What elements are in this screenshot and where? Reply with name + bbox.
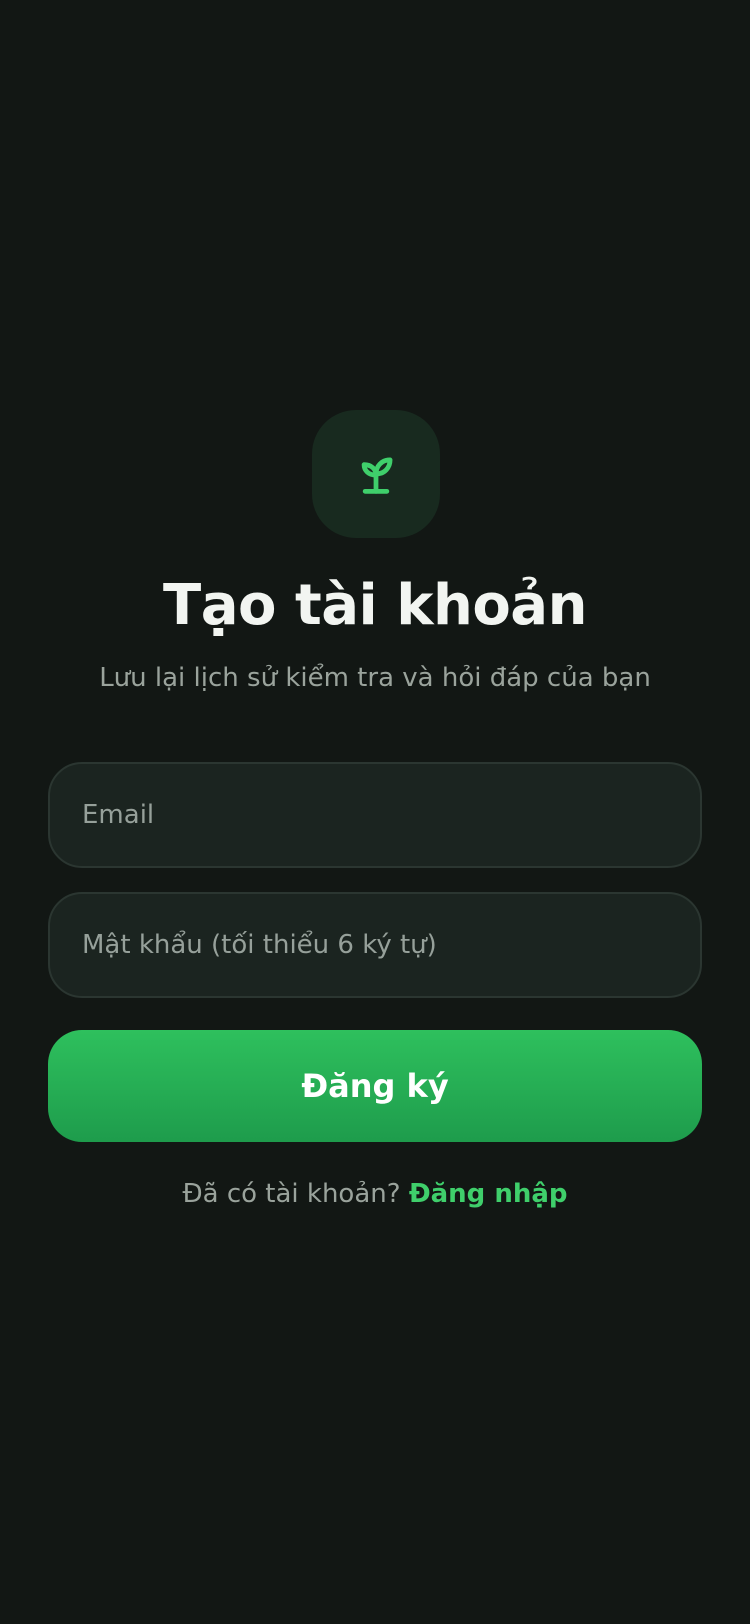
login-prompt-text: Đã có tài khoản? xyxy=(182,1179,409,1209)
login-prompt: Đã có tài khoản? Đăng nhập xyxy=(0,1173,750,1215)
app-logo xyxy=(312,410,440,538)
password-field[interactable] xyxy=(48,892,702,998)
signup-button[interactable]: Đăng ký xyxy=(48,1030,702,1142)
page-title: Tạo tài khoản xyxy=(163,573,587,638)
email-field[interactable] xyxy=(48,762,702,868)
page-subtitle: Lưu lại lịch sử kiểm tra và hỏi đáp của … xyxy=(99,663,651,693)
login-link[interactable]: Đăng nhập xyxy=(409,1179,568,1209)
sprout-icon xyxy=(361,457,393,494)
